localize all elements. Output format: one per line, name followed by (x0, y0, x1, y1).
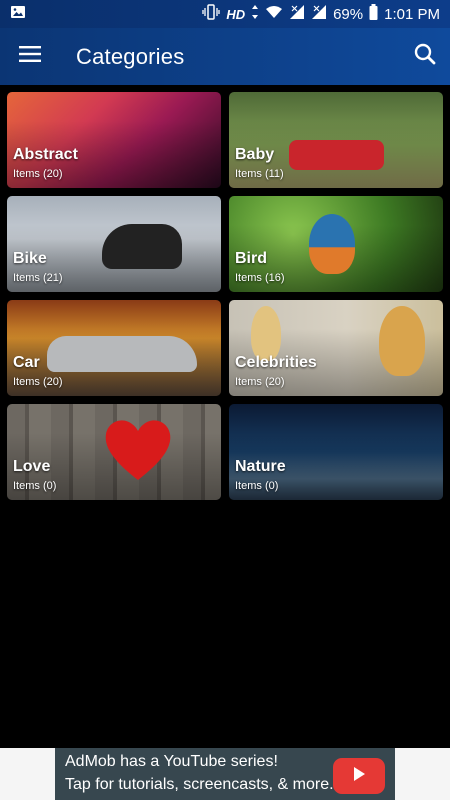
ad-headline: AdMob has a YouTube series! (65, 753, 278, 770)
category-card-love[interactable]: Love Items (0) (7, 404, 221, 500)
page-title: Categories (76, 43, 185, 69)
status-icons: HD 69% 1:01 PM (202, 4, 440, 24)
category-count: Items (21) (13, 272, 63, 284)
battery-icon (369, 4, 378, 24)
category-card-bird[interactable]: Bird Items (16) (229, 196, 443, 292)
category-grid: Abstract Items (20) Baby Items (11) Bike… (7, 92, 443, 500)
category-card-bike[interactable]: Bike Items (21) (7, 196, 221, 292)
status-bar: HD 69% 1:01 PM (0, 0, 450, 28)
ad-banner[interactable]: AdMob has a YouTube series! Tap for tuto… (0, 748, 450, 800)
category-count: Items (20) (13, 376, 63, 388)
category-name: Nature (235, 458, 286, 475)
image-icon (10, 4, 26, 24)
data-arrows-icon (251, 4, 259, 24)
hd-label: HD (226, 6, 246, 22)
heart-icon (102, 416, 174, 487)
category-name: Celebrities (235, 354, 317, 371)
youtube-play-button[interactable] (333, 758, 385, 794)
category-name: Love (13, 458, 51, 475)
category-count: Items (20) (13, 168, 63, 180)
signal-icon-2 (311, 5, 327, 23)
app-bar: Categories (0, 28, 450, 85)
category-count: Items (0) (235, 480, 279, 492)
search-button[interactable] (400, 28, 450, 85)
category-card-celebrities[interactable]: Celebrities Items (20) (229, 300, 443, 396)
play-icon (351, 766, 367, 787)
category-name: Baby (235, 146, 275, 163)
wifi-icon (265, 5, 283, 23)
category-card-baby[interactable]: Baby Items (11) (229, 92, 443, 188)
clock: 1:01 PM (384, 5, 440, 23)
portrait-shape-2 (251, 306, 281, 361)
category-count: Items (11) (235, 168, 284, 180)
category-card-nature[interactable]: Nature Items (0) (229, 404, 443, 500)
category-count: Items (20) (235, 376, 285, 388)
hamburger-menu-icon (19, 46, 41, 67)
category-count: Items (16) (235, 272, 285, 284)
classic-car-shape (47, 336, 197, 372)
motorbike-shape (102, 224, 182, 269)
search-icon (414, 43, 436, 70)
ad-subline: Tap for tutorials, screencasts, & more. (65, 776, 334, 793)
category-card-car[interactable]: Car Items (20) (7, 300, 221, 396)
category-name: Car (13, 354, 40, 371)
portrait-shape (379, 306, 425, 376)
kingfisher-shape (309, 214, 355, 274)
category-name: Bird (235, 250, 267, 267)
category-card-abstract[interactable]: Abstract Items (20) (7, 92, 221, 188)
category-name: Abstract (13, 146, 78, 163)
category-count: Items (0) (13, 480, 57, 492)
menu-button[interactable] (0, 28, 60, 85)
signal-icon (289, 5, 305, 23)
ad-content[interactable]: AdMob has a YouTube series! Tap for tuto… (55, 748, 395, 800)
vibrate-icon (202, 4, 220, 24)
battery-percent: 69% (333, 5, 364, 23)
category-name: Bike (13, 250, 47, 267)
pedal-car-shape (289, 140, 384, 170)
